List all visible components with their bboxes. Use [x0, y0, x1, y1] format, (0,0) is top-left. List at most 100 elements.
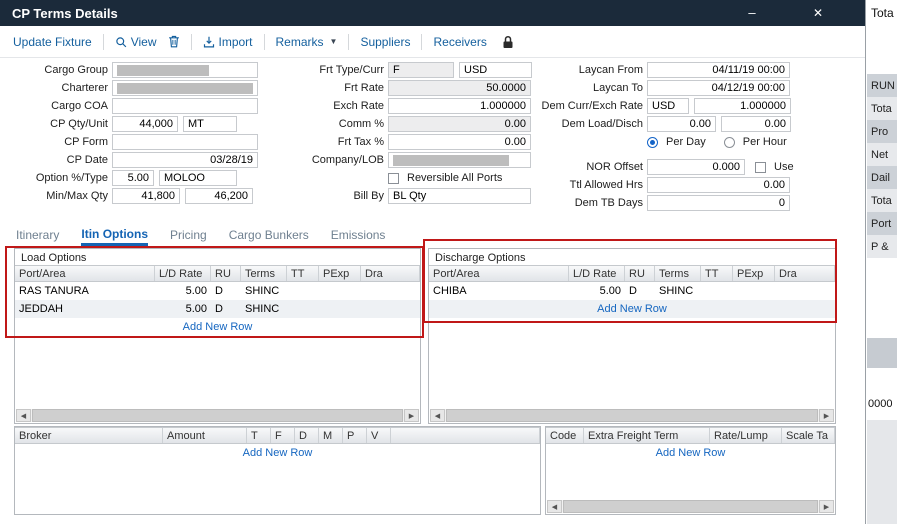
column-header-m[interactable]: M	[319, 428, 343, 443]
laycan-to-field[interactable]: 04/12/19 00:00	[647, 80, 790, 96]
minimize-button[interactable]: –	[741, 0, 763, 26]
toolbar: Update Fixture View Import Remarks ▼ Sup…	[0, 26, 865, 58]
column-header-terms[interactable]: Terms	[655, 266, 701, 281]
ttl-allowed-hrs-field[interactable]: 0.00	[647, 177, 790, 193]
column-header-ru[interactable]: RU	[625, 266, 655, 281]
background-row: RUN	[867, 74, 897, 97]
column-header-broker[interactable]: Broker	[15, 428, 163, 443]
column-header-ld-rate[interactable]: L/D Rate	[569, 266, 625, 281]
dem-load-field[interactable]: 0.00	[647, 116, 716, 132]
close-button[interactable]: ✕	[807, 0, 829, 26]
bill-by-field[interactable]: BL Qty	[388, 188, 531, 204]
max-qty-field[interactable]: 46,200	[185, 188, 253, 204]
dem-curr-field[interactable]: USD	[647, 98, 689, 114]
column-header-extra-freight-term[interactable]: Extra Freight Term	[584, 428, 710, 443]
column-header-port-area[interactable]: Port/Area	[15, 266, 155, 281]
suppliers-button[interactable]: Suppliers	[360, 35, 410, 49]
frt-tax-field[interactable]: 0.00	[388, 134, 531, 150]
frt-type-field[interactable]: F	[388, 62, 454, 78]
laycan-from-field[interactable]: 04/11/19 00:00	[647, 62, 790, 78]
delete-button[interactable]	[168, 35, 180, 48]
table-row[interactable]: CHIBA 5.00 D SHINC	[429, 282, 835, 300]
lock-button[interactable]	[502, 35, 514, 49]
column-header-v[interactable]: V	[367, 428, 391, 443]
cp-date-field[interactable]: 03/28/19	[112, 152, 258, 168]
scrollbar-thumb[interactable]	[446, 409, 818, 422]
frt-curr-field[interactable]: USD	[459, 62, 532, 78]
column-header-d[interactable]: D	[295, 428, 319, 443]
nor-use-checkbox[interactable]	[755, 162, 766, 173]
cargo-coa-field[interactable]	[112, 98, 258, 114]
add-new-row-link[interactable]: Add New Row	[15, 318, 420, 336]
table-row[interactable]: RAS TANURA 5.00 D SHINC	[15, 282, 420, 300]
exch-rate-field[interactable]: 1.000000	[388, 98, 531, 114]
remarks-dropdown[interactable]: Remarks ▼	[276, 35, 338, 49]
scrollbar-thumb[interactable]	[32, 409, 403, 422]
scroll-left-button[interactable]: ◀	[547, 500, 562, 513]
column-header-tt[interactable]: TT	[287, 266, 319, 281]
cp-qty-unit-field[interactable]: MT	[183, 116, 237, 132]
titlebar: CP Terms Details – ✕	[0, 0, 865, 26]
column-header-rate-lump[interactable]: Rate/Lump	[710, 428, 782, 443]
column-header-code[interactable]: Code	[546, 428, 584, 443]
scroll-right-button[interactable]: ▶	[819, 500, 834, 513]
tab-itin-options[interactable]: Itin Options	[81, 227, 148, 246]
min-qty-field[interactable]: 41,800	[112, 188, 180, 204]
background-label: Tota	[867, 0, 897, 26]
background-row: Tota	[867, 189, 897, 212]
nor-offset-field[interactable]: 0.000	[647, 159, 745, 175]
import-button[interactable]: Import	[203, 35, 253, 49]
cargo-group-field[interactable]	[112, 62, 258, 78]
receivers-button[interactable]: Receivers	[433, 35, 486, 49]
column-header-ru[interactable]: RU	[211, 266, 241, 281]
view-button[interactable]: View	[115, 35, 157, 49]
add-new-row-link[interactable]: Add New Row	[546, 444, 835, 462]
comm-pct-field[interactable]: 0.00	[388, 116, 531, 132]
option-pct-field[interactable]: 5.00	[112, 170, 154, 186]
cp-form-field[interactable]	[112, 134, 258, 150]
cp-qty-field[interactable]: 44,000	[112, 116, 178, 132]
toolbar-separator	[191, 34, 192, 50]
extra-freight-header-row: Code Extra Freight Term Rate/Lump Scale …	[546, 427, 835, 444]
tab-cargo-bunkers[interactable]: Cargo Bunkers	[229, 228, 309, 246]
table-row[interactable]: JEDDAH 5.00 D SHINC	[15, 300, 420, 318]
tab-emissions[interactable]: Emissions	[331, 228, 386, 246]
scroll-left-button[interactable]: ◀	[16, 409, 31, 422]
column-header-f[interactable]: F	[271, 428, 295, 443]
charterer-field[interactable]	[112, 80, 258, 96]
scroll-right-button[interactable]: ▶	[404, 409, 419, 422]
update-fixture-button[interactable]: Update Fixture	[13, 35, 92, 49]
column-header-t[interactable]: T	[247, 428, 271, 443]
cell-ld-rate: 5.00	[155, 303, 211, 315]
dem-exch-rate-field[interactable]: 1.000000	[694, 98, 791, 114]
reversible-all-ports-checkbox[interactable]	[388, 173, 399, 184]
dem-tb-days-field[interactable]: 0	[647, 195, 790, 211]
frt-rate-field[interactable]: 50.0000	[388, 80, 531, 96]
column-header-tt[interactable]: TT	[701, 266, 733, 281]
tab-pricing[interactable]: Pricing	[170, 228, 207, 246]
column-header-dra[interactable]: Dra	[361, 266, 420, 281]
scroll-left-button[interactable]: ◀	[430, 409, 445, 422]
add-new-row-link[interactable]: Add New Row	[15, 444, 540, 462]
per-hour-radio[interactable]	[724, 137, 735, 148]
column-header-amount[interactable]: Amount	[163, 428, 247, 443]
scrollbar-thumb[interactable]	[563, 500, 818, 513]
column-header-scale[interactable]: Scale Ta	[782, 428, 835, 443]
tab-itinerary[interactable]: Itinerary	[16, 228, 59, 246]
column-header-dra[interactable]: Dra	[775, 266, 835, 281]
column-header-pexp[interactable]: PExp	[319, 266, 361, 281]
column-header-p[interactable]: P	[343, 428, 367, 443]
company-lob-field[interactable]	[388, 152, 531, 168]
column-header-terms[interactable]: Terms	[241, 266, 287, 281]
column-header-pexp[interactable]: PExp	[733, 266, 775, 281]
charterer-label: Charterer	[8, 82, 108, 94]
add-new-row-link[interactable]: Add New Row	[429, 300, 835, 318]
scroll-right-button[interactable]: ▶	[819, 409, 834, 422]
column-header-ld-rate[interactable]: L/D Rate	[155, 266, 211, 281]
broker-table: Broker Amount T F D M P V Add New Row	[14, 426, 541, 515]
option-type-field[interactable]: MOLOO	[159, 170, 237, 186]
column-header-port-area[interactable]: Port/Area	[429, 266, 569, 281]
dem-disch-field[interactable]: 0.00	[721, 116, 791, 132]
per-day-radio[interactable]	[647, 137, 658, 148]
toolbar-separator	[348, 34, 349, 50]
